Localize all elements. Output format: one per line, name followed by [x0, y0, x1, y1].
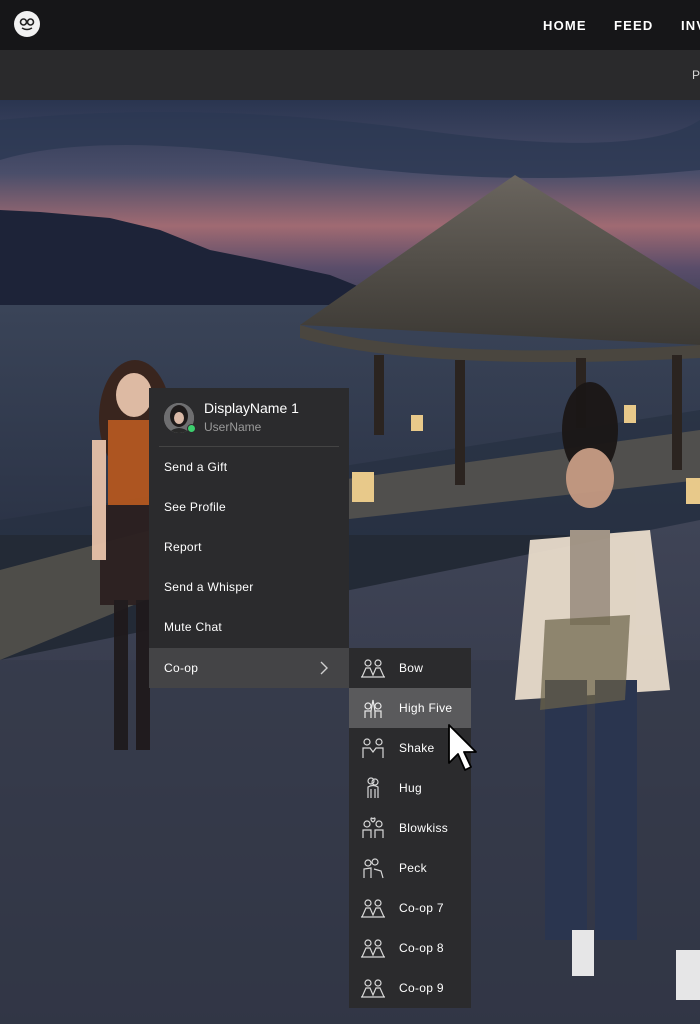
high-five-icon [364, 699, 382, 718]
top-nav-bar: HOME FEED INV [0, 0, 700, 50]
secondary-toolbar: P [0, 50, 700, 100]
coop-item-bow[interactable]: Bow [349, 648, 471, 688]
blowkiss-icon [362, 817, 384, 838]
chevron-right-icon [320, 661, 328, 675]
menu-item-send-gift[interactable]: Send a Gift [149, 447, 349, 487]
nav-feed[interactable]: FEED [614, 18, 653, 33]
coop-item-label: Co-op 9 [399, 981, 444, 995]
coop-item-label: Bow [399, 661, 424, 675]
coop-pose-icon [361, 979, 385, 998]
menu-item-label: Send a Gift [164, 460, 228, 474]
coop-pose-icon [361, 899, 385, 918]
menu-item-see-profile[interactable]: See Profile [149, 487, 349, 527]
user-context-menu: DisplayName 1 UserName Send a Gift See P… [149, 388, 349, 688]
menu-item-label: Co-op [164, 661, 199, 675]
menu-item-label: See Profile [164, 500, 226, 514]
coop-submenu: Bow High Five Shake Hug Blowkiss Peck Co… [349, 648, 471, 1008]
coop-item-label: High Five [399, 701, 453, 715]
coop-item-coop-7[interactable]: Co-op 7 [349, 888, 471, 928]
coop-pose-icon [361, 939, 385, 958]
display-name: DisplayName 1 [204, 400, 299, 416]
coop-item-label: Blowkiss [399, 821, 449, 835]
hug-icon [367, 777, 379, 798]
nav-inventory[interactable]: INV [681, 18, 700, 33]
menu-item-label: Send a Whisper [164, 580, 254, 594]
mouse-cursor-icon [448, 724, 477, 771]
coop-item-coop-8[interactable]: Co-op 8 [349, 928, 471, 968]
coop-item-label: Hug [399, 781, 422, 795]
coop-item-label: Co-op 7 [399, 901, 444, 915]
coop-item-peck[interactable]: Peck [349, 848, 471, 888]
peck-icon [363, 858, 384, 879]
bow-icon [361, 659, 385, 678]
coop-item-coop-9[interactable]: Co-op 9 [349, 968, 471, 1008]
coop-item-blowkiss[interactable]: Blowkiss [349, 808, 471, 848]
menu-item-label: Report [164, 540, 202, 554]
user-name: UserName [204, 420, 262, 434]
coop-item-label: Co-op 8 [399, 941, 444, 955]
handshake-icon [362, 738, 384, 758]
nav-home[interactable]: HOME [543, 18, 587, 33]
online-status-dot [187, 424, 196, 433]
menu-item-coop[interactable]: Co-op [149, 648, 349, 688]
imvu-logo[interactable] [14, 11, 40, 37]
menu-item-mute-chat[interactable]: Mute Chat [149, 607, 349, 647]
toolbar-item-truncated[interactable]: P [692, 68, 700, 82]
menu-item-label: Mute Chat [164, 620, 223, 634]
coop-item-label: Peck [399, 861, 427, 875]
menu-user-header[interactable]: DisplayName 1 UserName [149, 388, 349, 446]
coop-item-label: Shake [399, 741, 435, 755]
menu-item-send-whisper[interactable]: Send a Whisper [149, 567, 349, 607]
menu-item-report[interactable]: Report [149, 527, 349, 567]
